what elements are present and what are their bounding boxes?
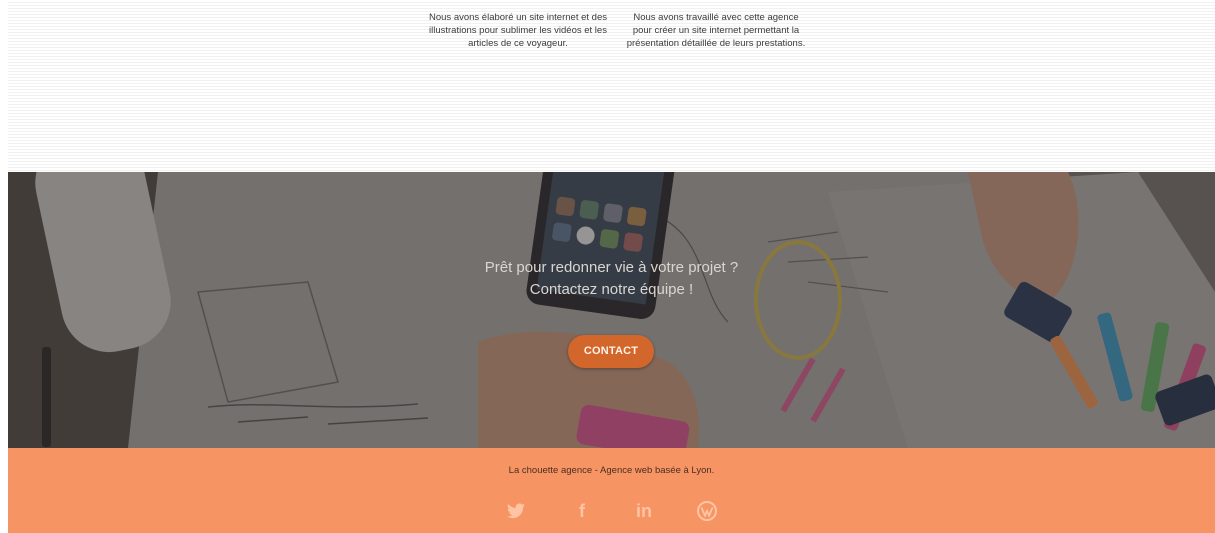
contact-hero: Prêt pour redonner vie à votre projet ? … xyxy=(8,172,1215,448)
project-description: Nous avons élaboré un site internet et d… xyxy=(429,12,607,49)
facebook-glyph: f xyxy=(579,501,585,521)
linkedin-glyph: in xyxy=(636,501,652,521)
cta-heading: Prêt pour redonner vie à votre projet ? xyxy=(484,259,739,276)
project-description: Nous avons travaillé avec cette agence p… xyxy=(626,12,806,49)
footer-tagline: La chouette agence - Agence web basée à … xyxy=(508,465,715,476)
cta-subheading: Contactez notre équipe ! xyxy=(529,281,694,298)
footer: La chouette agence - Agence web basée à … xyxy=(8,448,1215,533)
twitter-icon[interactable] xyxy=(505,500,527,522)
hero-overlay xyxy=(8,172,1215,448)
linkedin-icon[interactable]: in xyxy=(633,500,655,522)
wordpress-icon[interactable] xyxy=(696,500,718,522)
facebook-icon[interactable]: f xyxy=(571,500,593,522)
projects-section: Nous avons élaboré un site internet et d… xyxy=(8,0,1215,172)
contact-button[interactable]: CONTACT xyxy=(568,335,654,368)
